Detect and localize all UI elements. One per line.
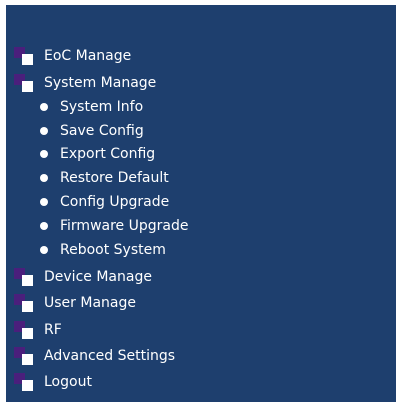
submenu-item-config-upgrade[interactable]: Config Upgrade bbox=[40, 191, 169, 213]
submenu-item-restore-default[interactable]: Restore Default bbox=[40, 167, 169, 189]
menu-item-advanced-settings[interactable]: Advanced Settings bbox=[14, 345, 175, 367]
folder-icon bbox=[14, 74, 34, 92]
menu-item-eoc-manage[interactable]: EoC Manage bbox=[14, 45, 131, 67]
submenu-item-export-config[interactable]: Export Config bbox=[40, 143, 155, 165]
menu-item-label: EoC Manage bbox=[44, 48, 132, 64]
submenu-item-label: Reboot System bbox=[60, 242, 166, 258]
menu-item-device-manage[interactable]: Device Manage bbox=[14, 266, 152, 288]
folder-icon bbox=[14, 294, 34, 312]
bullet-icon bbox=[40, 103, 48, 111]
submenu-item-label: Save Config bbox=[60, 123, 144, 139]
folder-icon bbox=[14, 321, 34, 339]
bullet-icon bbox=[40, 127, 48, 135]
menu-item-label: User Manage bbox=[44, 295, 136, 311]
bullet-icon bbox=[40, 246, 48, 254]
submenu-item-label: System Info bbox=[60, 99, 144, 115]
nav-menu: EoC Manage System Manage System Info Sav… bbox=[6, 5, 396, 402]
submenu-item-label: Firmware Upgrade bbox=[60, 218, 189, 234]
submenu-item-label: Config Upgrade bbox=[60, 194, 170, 210]
menu-item-rf[interactable]: RF bbox=[14, 319, 62, 341]
menu-item-user-manage[interactable]: User Manage bbox=[14, 292, 136, 314]
bullet-icon bbox=[40, 222, 48, 230]
submenu-item-firmware-upgrade[interactable]: Firmware Upgrade bbox=[40, 215, 188, 237]
submenu-item-label: Restore Default bbox=[60, 170, 169, 186]
folder-icon bbox=[14, 347, 34, 365]
folder-icon bbox=[14, 373, 34, 391]
submenu-item-label: Export Config bbox=[60, 146, 156, 162]
menu-item-label: Advanced Settings bbox=[44, 348, 176, 364]
bullet-icon bbox=[40, 198, 48, 206]
menu-item-system-manage[interactable]: System Manage bbox=[14, 72, 156, 94]
bullet-icon bbox=[40, 174, 48, 182]
navigation-panel: EoC Manage System Manage System Info Sav… bbox=[6, 5, 396, 402]
menu-item-label: RF bbox=[44, 322, 62, 338]
submenu-item-system-info[interactable]: System Info bbox=[40, 96, 143, 118]
menu-item-label: System Manage bbox=[44, 75, 157, 91]
menu-item-label: Logout bbox=[44, 374, 92, 390]
folder-icon bbox=[14, 47, 34, 65]
submenu-item-save-config[interactable]: Save Config bbox=[40, 120, 144, 142]
folder-icon bbox=[14, 268, 34, 286]
menu-item-logout[interactable]: Logout bbox=[14, 371, 92, 393]
menu-item-label: Device Manage bbox=[44, 269, 152, 285]
submenu-item-reboot-system[interactable]: Reboot System bbox=[40, 239, 166, 261]
bullet-icon bbox=[40, 150, 48, 158]
